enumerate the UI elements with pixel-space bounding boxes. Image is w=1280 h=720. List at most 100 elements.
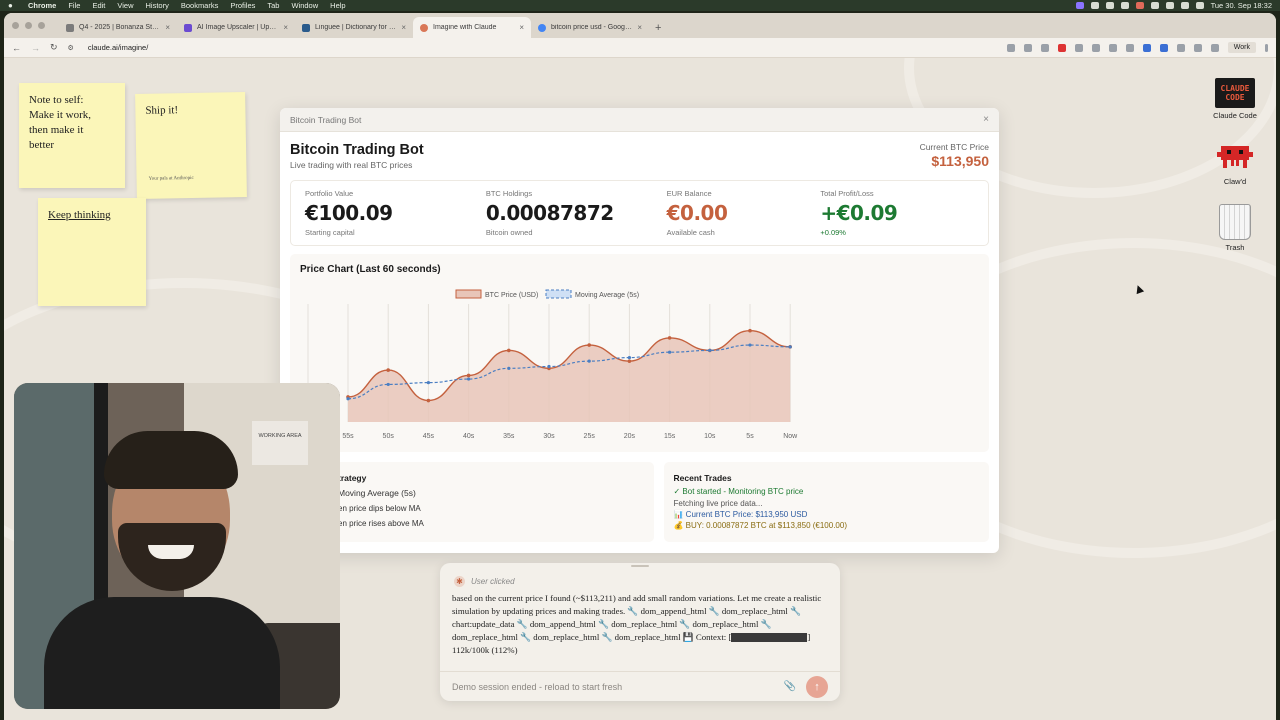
webcam-person-smile	[148, 545, 194, 559]
webcam-person-hair	[104, 431, 238, 489]
more-menu-icon[interactable]	[1265, 43, 1268, 52]
claude-favicon-icon	[420, 23, 428, 32]
desktop-icon-clawd[interactable]: Claw'd	[1210, 142, 1260, 186]
context-progress-bar	[731, 633, 808, 643]
tab-close-icon[interactable]: ×	[637, 23, 642, 32]
legend-label-price: BTC Price (USD)	[485, 292, 538, 299]
extension-icon[interactable]	[1074, 43, 1083, 52]
tab-close-icon[interactable]: ×	[165, 23, 170, 32]
send-button[interactable]: ↑	[806, 675, 828, 698]
webcam-sign: WORKING AREA	[252, 421, 308, 465]
chat-input[interactable]: Demo session ended - reload to start fre…	[440, 671, 840, 701]
moving-average-point	[748, 343, 752, 347]
tab-close-icon[interactable]: ×	[519, 23, 524, 32]
tab-bonanza[interactable]: Q4 - 2025 | Bonanza Studio ×	[59, 17, 177, 38]
moving-average-point	[708, 348, 712, 353]
site-settings-icon[interactable]: ⚙	[68, 44, 74, 52]
stat-portfolio-value: Portfolio Value €100.09 Starting capital	[305, 189, 393, 237]
menu-edit[interactable]: Edit	[92, 1, 105, 10]
extension-icon[interactable]	[1091, 43, 1100, 52]
zoom-window-icon[interactable]	[38, 22, 45, 29]
tab-favicon-icon	[184, 23, 192, 32]
control-center-icon[interactable]	[1195, 2, 1204, 9]
extension-icon[interactable]	[1125, 43, 1134, 52]
app-window-title: Bitcoin Trading Bot	[290, 114, 362, 125]
menu-app-name[interactable]: Chrome	[28, 1, 56, 10]
zoom-icon[interactable]	[1006, 43, 1015, 52]
sticky-note-self[interactable]: Note to self: Make it work, then make it…	[19, 83, 125, 188]
menu-profiles[interactable]: Profiles	[230, 1, 255, 10]
tab-linguee[interactable]: Linguee | Dictionary for German ×	[295, 17, 413, 38]
menu-history[interactable]: History	[146, 1, 169, 10]
moving-average-point	[547, 364, 551, 369]
app-header: Bitcoin Trading Bot Live trading with re…	[290, 142, 989, 170]
tab-favicon-icon	[66, 23, 74, 32]
browser-toolbar: ← → ↻ ⚙ claude.ai/imagine/ Work	[4, 38, 1276, 58]
extension-icon[interactable]	[1108, 43, 1117, 52]
x-tick-label: 55s	[342, 433, 354, 440]
trade-log-line: 💰 BUY: 0.00087872 BTC at $113,850 (€100.…	[673, 521, 847, 530]
claude-spark-icon: ✱	[454, 576, 465, 587]
menu-file[interactable]: File	[68, 1, 80, 10]
extension-icon[interactable]	[1193, 43, 1202, 52]
x-tick-label: 10s	[704, 433, 716, 440]
profile-button[interactable]: Work	[1227, 42, 1256, 53]
menu-help[interactable]: Help	[330, 1, 345, 10]
extension-icon[interactable]	[1057, 43, 1066, 52]
extension-icon[interactable]	[1159, 43, 1168, 52]
reload-icon[interactable]: ↻	[50, 42, 58, 53]
menu-bookmarks[interactable]: Bookmarks	[181, 1, 219, 10]
status-app-icon[interactable]	[1090, 2, 1099, 9]
menu-view[interactable]: View	[117, 1, 133, 10]
puzzle-extensions-icon[interactable]	[1210, 43, 1219, 52]
menu-window[interactable]: Window	[291, 1, 318, 10]
trade-log-line: 📊 Current BTC Price: $113,950 USD	[673, 510, 808, 519]
tab-ai-upscaler[interactable]: AI Image Upscaler | Upscale ×	[177, 17, 295, 38]
trade-log-line: ✓ Bot started - Monitoring BTC price	[673, 487, 804, 496]
sticky-ship-it[interactable]: Ship it! Your pals at Anthropic	[135, 92, 247, 199]
stat-eur-balance: EUR Balance €0.00 Available cash	[666, 189, 728, 237]
address-bar[interactable]: claude.ai/imagine/	[88, 43, 148, 52]
extension-icon[interactable]	[1176, 43, 1185, 52]
stat-btc-holdings: BTC Holdings 0.00087872 Bitcoin owned	[485, 189, 614, 237]
menubar-status-area: Tue 30. Sep 18:32	[1075, 1, 1272, 10]
bookmark-star-icon[interactable]	[1023, 43, 1032, 52]
tab-close-icon[interactable]: ×	[283, 23, 288, 32]
status-app-icon[interactable]	[1105, 2, 1114, 9]
tab-imagine-with-claude[interactable]: Imagine with Claude ×	[413, 17, 531, 38]
status-app-icon[interactable]	[1075, 2, 1084, 9]
status-app-icon[interactable]	[1150, 2, 1159, 9]
x-tick-label: 30s	[543, 433, 555, 440]
tab-google-search[interactable]: bitcoin price usd - Google Search ×	[531, 17, 649, 38]
drag-handle[interactable]	[631, 565, 649, 567]
tab-close-icon[interactable]: ×	[401, 23, 406, 32]
apple-icon[interactable]: ●	[8, 1, 16, 10]
sticky-keep-thinking[interactable]: Keep thinking	[38, 198, 146, 306]
webcam-overlay: WORKING AREA	[14, 383, 340, 709]
bottom-cards: trategy Moving Average (5s) en price dip…	[290, 462, 989, 542]
page-title: Bitcoin Trading Bot	[290, 142, 424, 158]
status-app-icon[interactable]	[1135, 2, 1144, 9]
close-icon[interactable]: ×	[983, 114, 989, 125]
search-icon[interactable]	[1180, 2, 1189, 9]
moving-average-point	[627, 355, 631, 360]
minimize-window-icon[interactable]	[25, 22, 32, 29]
wifi-icon[interactable]	[1165, 2, 1174, 9]
chat-panel: ✱ User clicked based on the current pric…	[440, 563, 840, 701]
moving-average-point	[507, 366, 511, 370]
extension-icon[interactable]	[1040, 43, 1049, 52]
new-tab-icon[interactable]: +	[655, 22, 661, 34]
menu-tab[interactable]: Tab	[267, 1, 279, 10]
x-tick-label: Now	[783, 433, 798, 440]
desktop-icon-claude-code[interactable]: CLAUDE CODE Claude Code	[1210, 78, 1260, 120]
close-window-icon[interactable]	[12, 22, 19, 29]
x-tick-label: 35s	[503, 433, 515, 440]
price-chart[interactable]: 55s 50s 45s 40s 35s 30s 25s 20s 15s 10s 5s Now BTC P…	[290, 280, 989, 452]
forward-icon[interactable]: →	[31, 43, 40, 53]
attach-icon[interactable]: 📎	[784, 681, 796, 692]
extension-icon[interactable]	[1142, 43, 1151, 52]
back-icon[interactable]: ←	[12, 43, 21, 53]
menubar-clock[interactable]: Tue 30. Sep 18:32	[1211, 1, 1272, 10]
desktop-icon-trash[interactable]: Trash	[1210, 204, 1260, 252]
status-app-icon[interactable]	[1120, 2, 1129, 9]
